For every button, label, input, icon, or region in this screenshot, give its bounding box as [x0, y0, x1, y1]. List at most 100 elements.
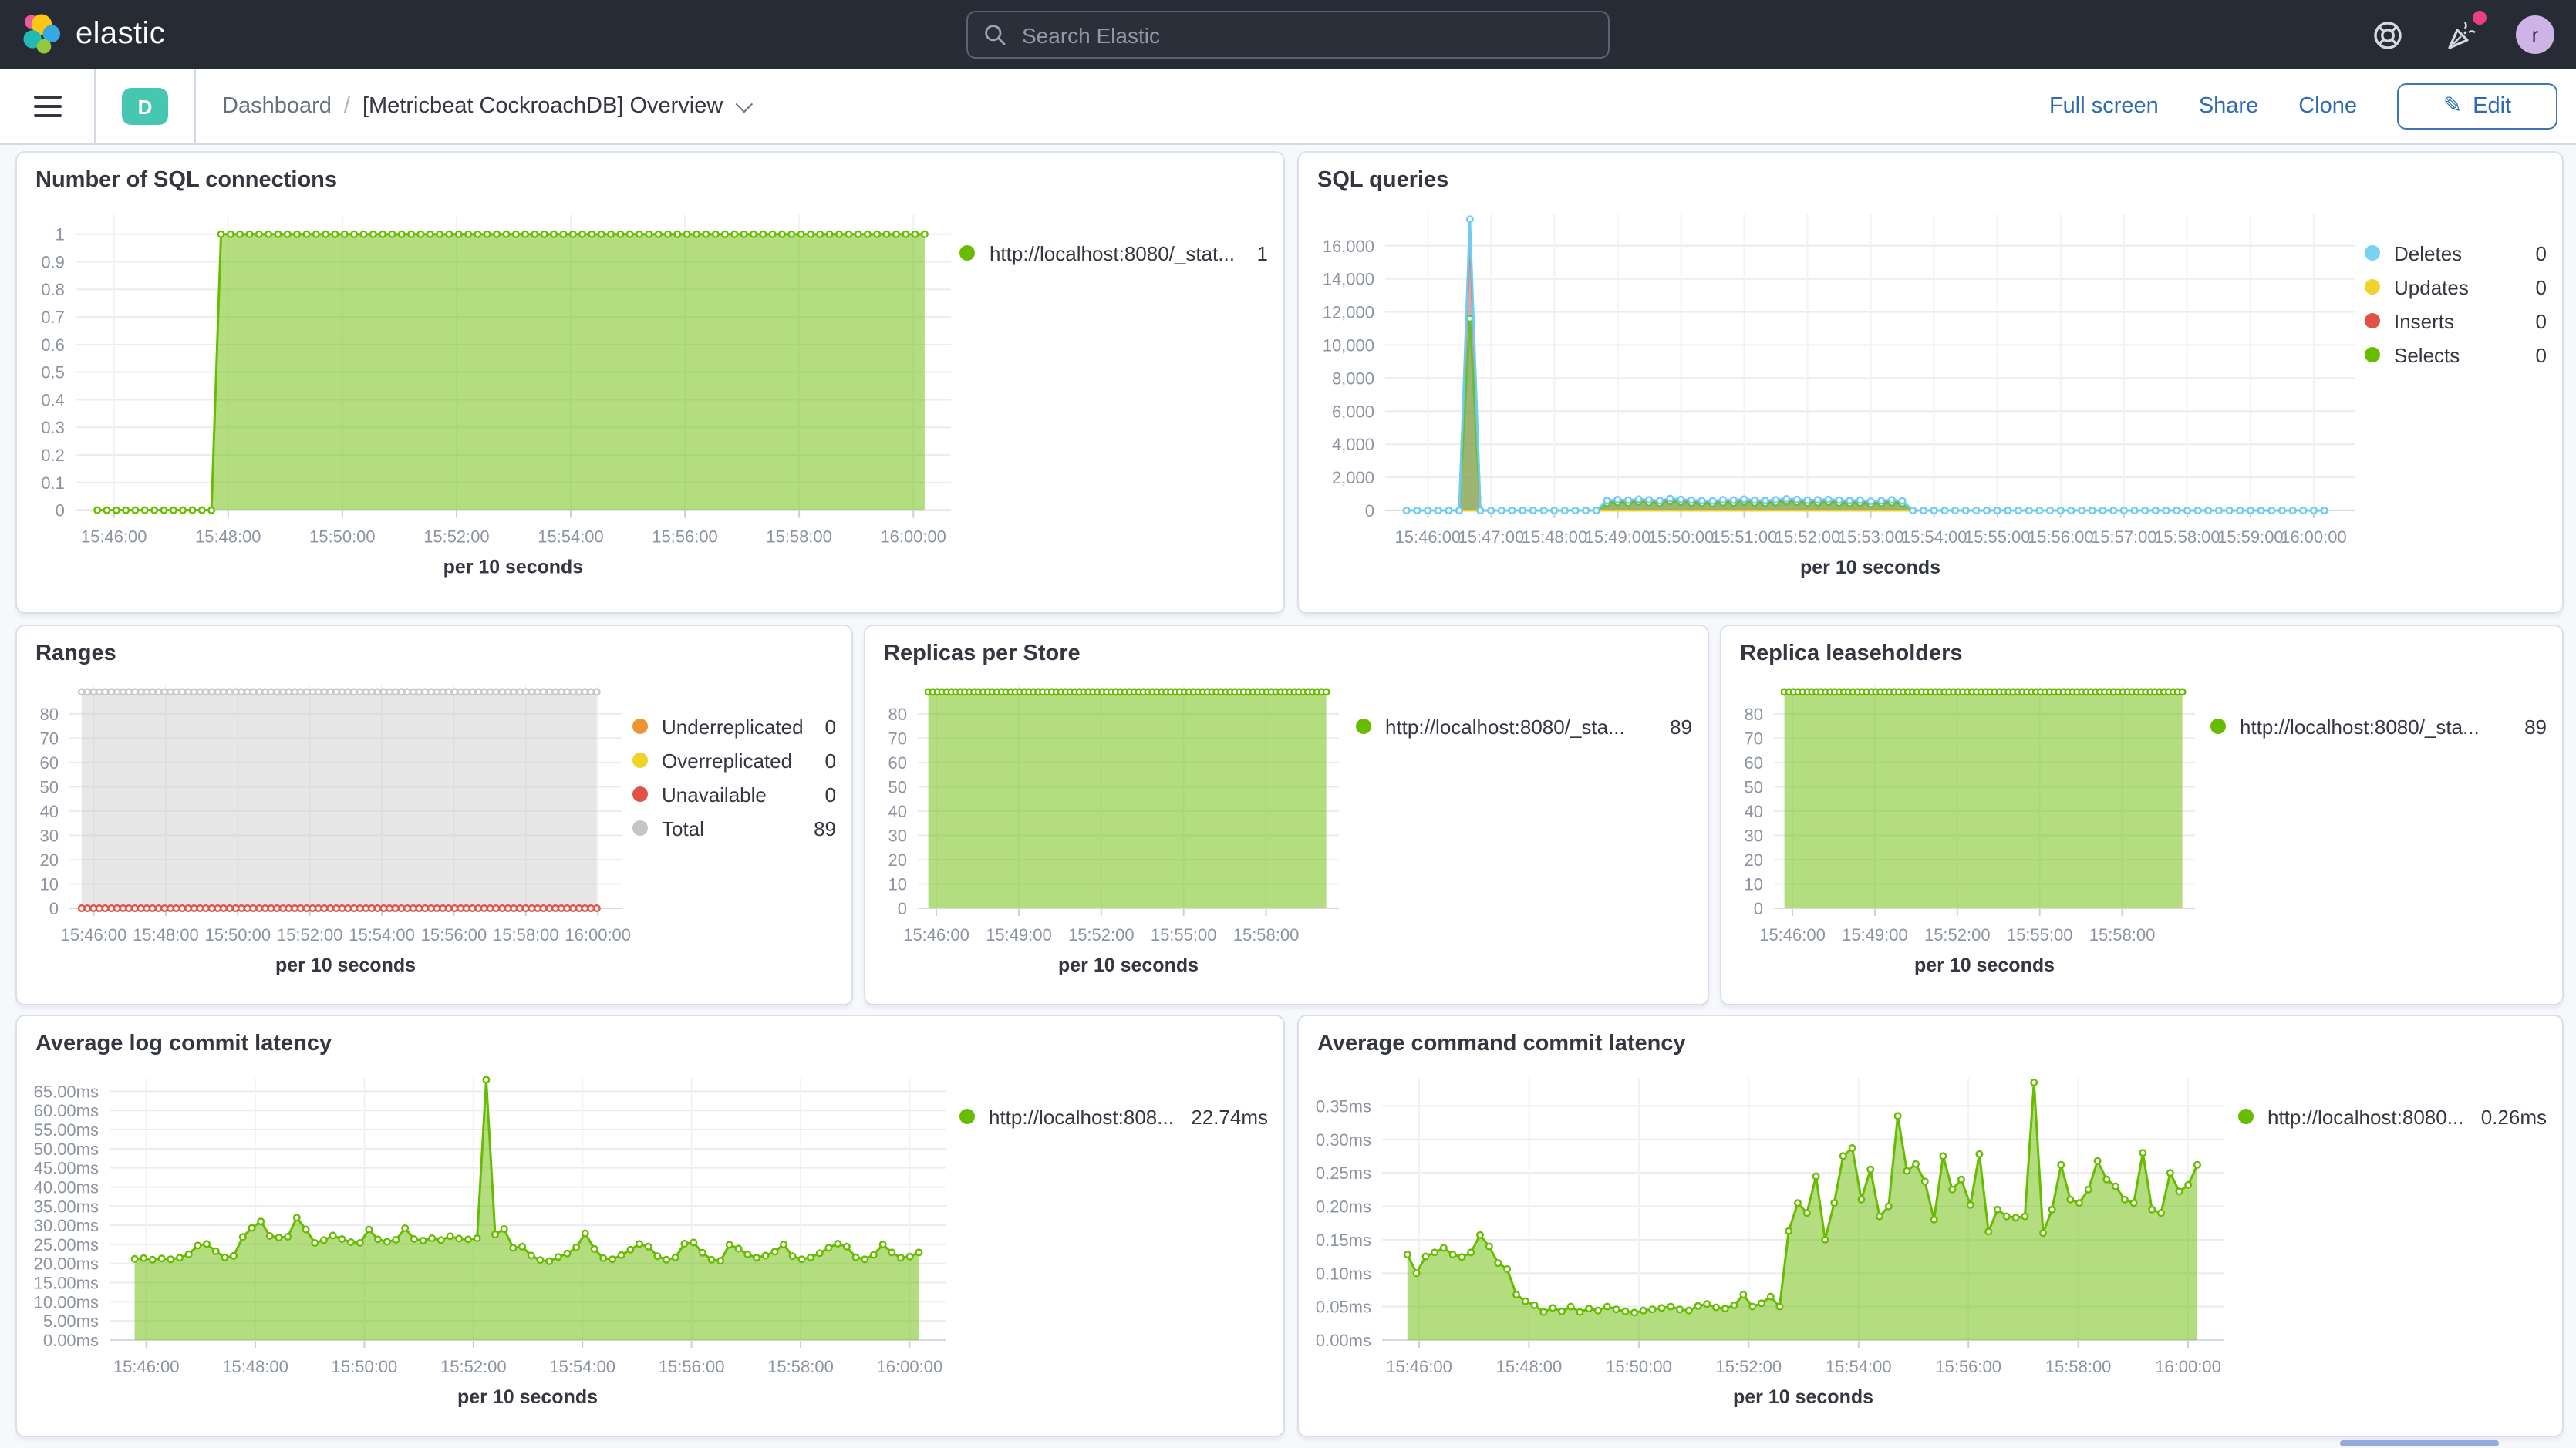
legend-item[interactable]: http://localhost:8080/_stat...1 [960, 236, 1268, 270]
svg-text:15:56:00: 15:56:00 [652, 527, 717, 547]
svg-text:15:46:00: 15:46:00 [81, 527, 147, 547]
svg-text:0.05ms: 0.05ms [1316, 1298, 1371, 1317]
svg-text:10: 10 [888, 874, 907, 894]
clone-button[interactable]: Clone [2298, 94, 2357, 119]
svg-text:70: 70 [40, 729, 59, 748]
legend-value: 0 [2536, 309, 2547, 332]
legend-color-dot [2238, 1109, 2254, 1124]
legend-item[interactable]: Overreplicated0 [632, 743, 836, 777]
legend-item[interactable]: Deletes0 [2365, 236, 2547, 270]
menu-icon[interactable] [0, 96, 94, 117]
chart-legend: http://localhost:8080/_sta...89 [1356, 672, 1708, 1004]
panel-title[interactable]: Ranges [17, 626, 851, 672]
breadcrumb-dashboard-link[interactable]: Dashboard [222, 94, 332, 119]
legend-color-dot [1356, 719, 1371, 734]
svg-text:5.00ms: 5.00ms [43, 1312, 99, 1331]
newsfeed-icon[interactable] [2442, 15, 2482, 55]
legend-item[interactable]: Underreplicated0 [632, 709, 836, 743]
horizontal-scrollbar-thumb[interactable] [2340, 1440, 2499, 1446]
global-header: elastic [0, 0, 2576, 69]
legend-item[interactable]: http://localhost:8080/_sta...89 [1356, 709, 1692, 743]
svg-text:50.00ms: 50.00ms [34, 1140, 99, 1159]
legend-item[interactable]: Total89 [632, 811, 836, 845]
svg-text:0.20ms: 0.20ms [1316, 1197, 1371, 1217]
svg-text:30.00ms: 30.00ms [34, 1216, 99, 1235]
svg-text:15:46:00: 15:46:00 [1386, 1357, 1452, 1376]
legend-label: Overreplicated [662, 749, 810, 772]
svg-text:40: 40 [1745, 802, 1763, 821]
legend-color-dot [632, 786, 648, 802]
chevron-down-icon[interactable] [735, 96, 753, 113]
notification-dot [2473, 10, 2487, 24]
search-input[interactable] [1019, 21, 1593, 49]
svg-text:15:55:00: 15:55:00 [1151, 925, 1217, 945]
svg-text:15:46:00: 15:46:00 [1759, 925, 1826, 945]
legend-item[interactable]: Inserts0 [2365, 304, 2547, 338]
legend-item[interactable]: http://localhost:808...22.74ms [959, 1099, 1268, 1133]
svg-text:0.10ms: 0.10ms [1316, 1264, 1371, 1283]
svg-text:per 10 seconds: per 10 seconds [1800, 557, 1940, 578]
share-button[interactable]: Share [2199, 94, 2258, 119]
panel-title[interactable]: Replicas per Store [865, 626, 1708, 672]
svg-text:15:51:00: 15:51:00 [1711, 527, 1778, 547]
panel-title[interactable]: SQL queries [1299, 153, 2562, 199]
legend-item[interactable]: Updates 0 [2365, 270, 2547, 304]
legend-item[interactable]: http://localhost:8080...0.26ms [2238, 1099, 2547, 1133]
svg-text:15:47:00: 15:47:00 [1458, 527, 1525, 547]
svg-text:15.00ms: 15.00ms [34, 1274, 99, 1293]
legend-value: 0 [2536, 275, 2547, 298]
panel-average-log-commit-latency: Average log commit latency 0.00ms5.00ms 1… [15, 1015, 1285, 1437]
svg-text:45.00ms: 45.00ms [34, 1159, 99, 1178]
svg-text:0: 0 [898, 899, 907, 918]
svg-text:80: 80 [888, 705, 907, 724]
legend-color-dot [632, 719, 648, 734]
legend-color-dot [2210, 719, 2226, 734]
elastic-logo[interactable]: elastic [0, 14, 165, 56]
svg-text:30: 30 [40, 826, 59, 845]
svg-text:0.00ms: 0.00ms [43, 1331, 99, 1350]
global-search[interactable] [966, 11, 1610, 59]
svg-text:15:58:00: 15:58:00 [2154, 527, 2220, 547]
svg-text:2,000: 2,000 [1332, 468, 1374, 487]
legend-label: Updates [2394, 275, 2520, 298]
svg-text:0.30ms: 0.30ms [1316, 1130, 1371, 1150]
svg-text:0.8: 0.8 [41, 280, 65, 299]
kibana-dashboard-app: elastic [0, 0, 2576, 1448]
legend-item[interactable]: Unavailable0 [632, 777, 836, 811]
legend-item[interactable]: Selects0 [2365, 338, 2547, 372]
panel-title[interactable]: Average log commit latency [17, 1016, 1283, 1062]
panel-title[interactable]: Number of SQL connections [17, 153, 1283, 199]
svg-text:16:00:00: 16:00:00 [877, 1357, 943, 1376]
svg-text:70: 70 [1745, 729, 1763, 748]
legend-item[interactable]: http://localhost:8080/_sta...89 [2210, 709, 2547, 743]
svg-text:1: 1 [56, 225, 65, 244]
svg-text:15:48:00: 15:48:00 [133, 925, 199, 945]
legend-label: Selects [2394, 343, 2520, 366]
legend-color-dot [960, 245, 976, 261]
legend-label: Deletes [2394, 241, 2520, 264]
legend-value: 22.74ms [1191, 1105, 1268, 1128]
legend-color-dot [2365, 347, 2380, 362]
panel-title[interactable]: Average command commit latency [1299, 1016, 2562, 1062]
search-icon [983, 23, 1006, 46]
edit-button[interactable]: ✎ Edit [2397, 83, 2557, 130]
svg-text:15:56:00: 15:56:00 [421, 925, 487, 945]
panel-title[interactable]: Replica leaseholders [1721, 626, 2562, 672]
legend-label: http://localhost:8080... [2267, 1105, 2466, 1128]
svg-text:15:48:00: 15:48:00 [1496, 1357, 1563, 1376]
svg-text:per 10 seconds: per 10 seconds [1914, 955, 2055, 976]
svg-text:15:50:00: 15:50:00 [309, 527, 375, 547]
svg-text:15:52:00: 15:52:00 [423, 527, 489, 547]
user-avatar[interactable]: r [2516, 15, 2554, 54]
svg-text:16:00:00: 16:00:00 [880, 527, 946, 547]
breadcrumb: Dashboard / [Metricbeat CockroachDB] Ove… [196, 94, 747, 119]
space-badge[interactable]: D [122, 88, 168, 125]
panel-replicas-per-store: Replicas per Store 0102030405060708015:4… [864, 625, 1709, 1005]
svg-text:15:54:00: 15:54:00 [538, 527, 603, 547]
svg-text:15:48:00: 15:48:00 [1522, 527, 1588, 547]
chart-replica-leaseholders: 0102030405060708015:46:0015:49:0015:52:0… [1721, 672, 2204, 1004]
help-icon[interactable] [2368, 15, 2408, 55]
full-screen-button[interactable]: Full screen [2049, 94, 2159, 119]
svg-text:15:48:00: 15:48:00 [195, 527, 261, 547]
svg-text:15:58:00: 15:58:00 [766, 527, 831, 547]
